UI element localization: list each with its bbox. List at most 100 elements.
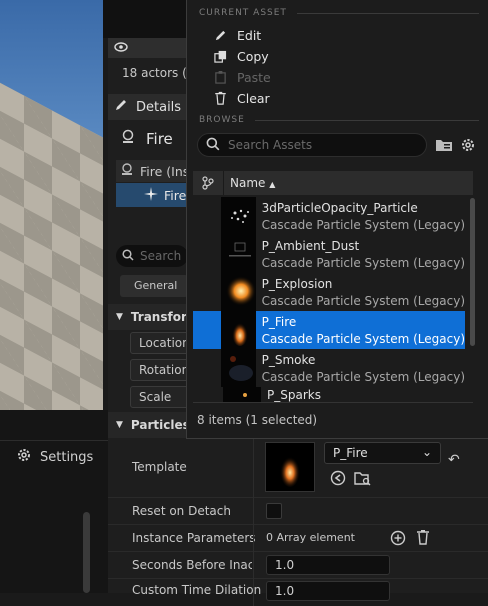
asset-thumbnail	[220, 197, 256, 235]
actor-count: 18 actors (1	[122, 66, 195, 80]
asset-type: Cascade Particle System (Legacy)	[261, 332, 465, 346]
asset-name: P_Fire	[261, 315, 297, 329]
paste-menu-item[interactable]: Paste	[213, 67, 271, 87]
tab-details-label: Details	[136, 99, 182, 115]
particle-actor-icon	[120, 129, 136, 149]
search-icon	[122, 248, 134, 264]
trash-icon[interactable]	[416, 529, 430, 548]
asset-name: 3dParticleOpacity_Particle	[261, 201, 418, 215]
template-row: Template P_Fire ⌄ ↶	[108, 438, 488, 498]
component-tree-child[interactable]: Fire	[116, 183, 188, 207]
current-asset-header: CURRENT ASSET	[199, 8, 479, 18]
settings-tab[interactable]: Settings	[16, 443, 93, 471]
sparkle-icon	[144, 186, 158, 204]
rotation-field[interactable]: Rotation	[130, 359, 190, 381]
asset-type: Cascade Particle System (Legacy)	[261, 256, 465, 270]
asset-type: Cascade Particle System (Legacy)	[261, 218, 465, 232]
seconds-before-input[interactable]: 1.0	[266, 555, 390, 575]
reset-on-detach-checkbox[interactable]	[266, 503, 282, 519]
copy-icon	[213, 49, 227, 63]
asset-search-input[interactable]	[228, 138, 408, 152]
asset-thumbnail	[220, 311, 256, 349]
settings-label: Settings	[40, 449, 94, 465]
component-root-label: Fire (Ins	[140, 163, 188, 179]
chevron-down-icon: ▼	[116, 420, 123, 430]
template-thumbnail[interactable]	[265, 442, 315, 492]
asset-item[interactable]: P_Ambient_Dust Cascade Particle System (L…	[193, 235, 465, 273]
details-search-placeholder: Search	[140, 249, 182, 263]
reset-arrow-icon[interactable]: ↶	[448, 452, 460, 468]
item-count-status: 8 items (1 selected)	[197, 413, 318, 427]
particles-header-label: Particles	[130, 418, 190, 432]
search-icon	[206, 137, 220, 154]
template-label: Template	[132, 460, 187, 474]
custom-time-dilation-input[interactable]: 1.0	[266, 581, 390, 601]
edit-label: Edit	[237, 27, 262, 43]
seconds-before-label: Seconds Before Inacti	[132, 558, 252, 572]
seconds-before-row: Seconds Before Inacti 1.0	[108, 552, 488, 579]
use-selected-icon[interactable]	[330, 470, 346, 489]
copy-menu-item[interactable]: Copy	[213, 46, 269, 66]
asset-item[interactable]: P_Smoke Cascade Particle System (Legacy)	[193, 349, 465, 387]
instance-parameters-value: 0 Array element	[266, 531, 355, 544]
asset-item[interactable]: P_Sparks	[193, 387, 465, 402]
pencil-icon	[213, 28, 227, 42]
instance-parameters-label: Instance Parameters	[132, 531, 256, 545]
asset-type: Cascade Particle System (Legacy)	[261, 370, 465, 384]
name-column-header[interactable]: Name ▲	[224, 176, 275, 190]
template-value: P_Fire	[333, 446, 368, 460]
clear-label: Clear	[237, 90, 270, 106]
asset-thumbnail	[220, 273, 256, 311]
custom-time-dilation-label: Custom Time Dilation	[132, 583, 262, 597]
eye-icon[interactable]	[114, 41, 128, 55]
browse-folder-icon[interactable]	[354, 470, 372, 489]
tab-details[interactable]: Details	[108, 94, 188, 120]
asset-item-selected[interactable]: P_Fire Cascade Particle System (Legacy)	[193, 311, 465, 349]
asset-list-scrollbar[interactable]	[470, 198, 475, 346]
clear-menu-item[interactable]: Clear	[213, 88, 270, 108]
details-search[interactable]: Search	[116, 245, 188, 267]
outliner-header	[108, 38, 188, 58]
gear-icon[interactable]	[460, 137, 476, 156]
asset-name: P_Sparks	[267, 388, 321, 402]
asset-thumbnail	[220, 235, 256, 273]
edit-menu-item[interactable]: Edit	[213, 25, 261, 45]
scrollbar[interactable]	[83, 512, 90, 593]
filter-tab-general[interactable]: General	[120, 275, 188, 297]
asset-list-header: Name ▲	[193, 171, 473, 195]
instance-parameters-row: Instance Parameters 0 Array element	[108, 525, 488, 552]
source-control-icon[interactable]	[193, 176, 223, 190]
asset-name: P_Ambient_Dust	[261, 239, 360, 253]
reset-on-detach-label: Reset on Detach	[132, 504, 231, 518]
chevron-down-icon: ⌄	[421, 445, 432, 459]
location-field[interactable]: Location	[130, 332, 190, 354]
paste-icon	[213, 70, 227, 84]
asset-name: P_Smoke	[261, 353, 316, 367]
folder-icon[interactable]	[435, 137, 453, 156]
paste-label: Paste	[237, 69, 271, 85]
gear-icon	[16, 447, 32, 467]
asset-picker-popup: CURRENT ASSET Edit Copy Paste Clear BROW…	[186, 0, 488, 439]
template-dropdown[interactable]: P_Fire ⌄	[324, 442, 441, 464]
asset-thumbnail	[220, 349, 256, 387]
asset-item[interactable]: 3dParticleOpacity_Particle Cascade Partic…	[193, 197, 465, 235]
trash-icon	[213, 91, 227, 105]
scale-field[interactable]: Scale	[130, 386, 190, 408]
copy-label: Copy	[237, 48, 269, 64]
asset-type: Cascade Particle System (Legacy)	[261, 294, 465, 308]
asset-search-field[interactable]	[197, 133, 427, 157]
add-element-icon[interactable]	[390, 530, 406, 549]
reset-on-detach-row: Reset on Detach	[108, 498, 488, 525]
component-icon	[120, 162, 134, 180]
pencil-icon	[114, 98, 128, 116]
asset-item[interactable]: P_Explosion Cascade Particle System (Lega…	[193, 273, 465, 311]
level-viewport[interactable]	[0, 0, 103, 410]
bottom-left-panel	[0, 410, 108, 593]
sort-ascending-icon: ▲	[269, 180, 276, 189]
component-tree-root[interactable]: Fire (Ins	[116, 160, 188, 182]
browse-header: BROWSE	[199, 115, 479, 125]
outliner-panel: 18 actors (1	[108, 38, 195, 94]
component-child-label: Fire	[164, 187, 187, 203]
asset-thumbnail	[223, 387, 261, 402]
chevron-down-icon: ▼	[116, 312, 123, 322]
